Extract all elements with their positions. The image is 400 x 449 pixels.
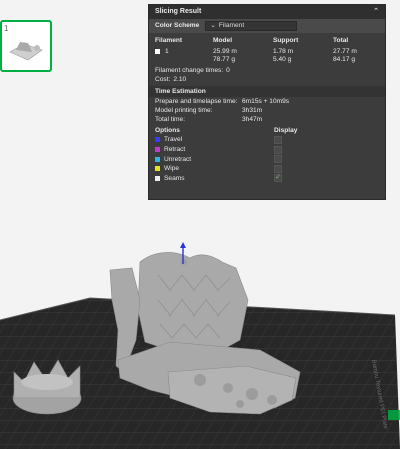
header-total: Total	[333, 36, 349, 44]
wipe-display-checkbox[interactable]	[274, 164, 282, 173]
unretract-color-swatch	[155, 156, 160, 162]
panel-title: Slicing Result	[155, 8, 202, 16]
time-label: Prepare and timelapse time:	[155, 98, 238, 106]
support-length: 1.78 m	[273, 48, 294, 55]
retract-color-swatch	[155, 147, 160, 153]
retract-display-checkbox[interactable]	[274, 145, 282, 154]
option-label: Unretract	[164, 155, 192, 163]
seams-display-checkbox[interactable]: ✓	[274, 174, 282, 183]
cost-value: 2.10	[173, 76, 187, 84]
support-weight: 5.40 g	[273, 55, 292, 63]
time-row: Model printing time: 3h31m	[149, 106, 385, 115]
color-scheme-select[interactable]: ⌄ Filament	[205, 21, 298, 31]
time-row: Prepare and timelapse time: 6m15s + 10m9…	[149, 97, 385, 106]
options-header: Options	[155, 126, 180, 134]
option-label: Wipe	[164, 165, 180, 173]
filament-id: 1	[165, 48, 169, 55]
model-usage-cell: 25.99 m 78.77 g	[213, 48, 273, 63]
time-label: Total time:	[155, 116, 186, 124]
header-filament: Filament	[155, 36, 183, 44]
model-weight: 78.77 g	[213, 55, 235, 63]
table-row: 1 25.99 m 78.77 g 1.78 m 5.40 g 27.77 m 84.…	[149, 48, 385, 63]
slicing-result-panel: Slicing Result ⌃ Color Scheme ⌄ Filament…	[148, 4, 386, 200]
seams-color-swatch	[155, 175, 160, 181]
option-row-retract: Retract	[149, 145, 385, 155]
color-scheme-label: Color Scheme	[155, 22, 200, 30]
filament-color-swatch	[155, 48, 160, 54]
filament-id-cell: 1	[155, 48, 213, 63]
time-value: 3h31m	[242, 107, 263, 115]
model-length: 25.99 m	[213, 48, 237, 55]
cost-row: Cost: 2.10	[149, 75, 385, 84]
color-scheme-value: Filament	[218, 22, 245, 30]
header-model: Model	[213, 36, 233, 44]
support-usage-cell: 1.78 m 5.40 g	[273, 48, 333, 63]
travel-display-checkbox[interactable]	[274, 135, 282, 144]
travel-color-swatch	[155, 137, 160, 143]
time-label: Model printing time:	[155, 107, 213, 115]
time-value: 3h47m	[242, 116, 263, 124]
plate-preview-icon: 1	[4, 24, 43, 61]
header-support: Support	[273, 36, 299, 44]
option-row-wipe: Wipe	[149, 164, 385, 174]
collapse-chevron-icon[interactable]: ⌃	[373, 8, 379, 16]
panel-header: Slicing Result ⌃	[149, 5, 385, 19]
display-header: Display	[274, 126, 298, 134]
option-row-unretract: Unretract	[149, 154, 385, 164]
color-scheme-row: Color Scheme ⌄ Filament	[149, 19, 385, 33]
time-estimation-title: Time Estimation	[149, 86, 385, 98]
option-label: Seams	[164, 174, 185, 182]
filament-change-label: Filament change times:	[155, 67, 224, 75]
filament-change-value: 0	[226, 67, 230, 75]
checkmark-icon: ✓	[275, 174, 281, 182]
cost-label: Cost:	[155, 76, 171, 84]
total-weight: 84.17 g	[333, 55, 355, 63]
filament-change-row: Filament change times: 0	[149, 66, 385, 75]
unretract-display-checkbox[interactable]	[274, 155, 282, 164]
option-label: Travel	[164, 136, 183, 144]
wipe-color-swatch	[155, 166, 160, 172]
total-length: 27.77 m	[333, 48, 357, 55]
plate-thumbnail[interactable]: 1	[0, 20, 52, 72]
time-row: Total time: 3h47m	[149, 115, 385, 124]
option-row-seams: Seams ✓	[149, 174, 385, 184]
filament-table-header: Filament Model Support Total	[149, 36, 385, 45]
z-axis-arrow-icon[interactable]	[180, 242, 186, 264]
total-usage-cell: 27.77 m 84.17 g	[333, 48, 383, 63]
option-row-travel: Travel	[149, 135, 385, 145]
chevron-down-icon: ⌄	[210, 22, 216, 30]
option-label: Retract	[164, 145, 186, 153]
options-header-row: Options Display	[149, 125, 385, 135]
svg-text:1: 1	[4, 24, 9, 33]
time-value: 6m15s + 10m9s	[242, 98, 290, 106]
